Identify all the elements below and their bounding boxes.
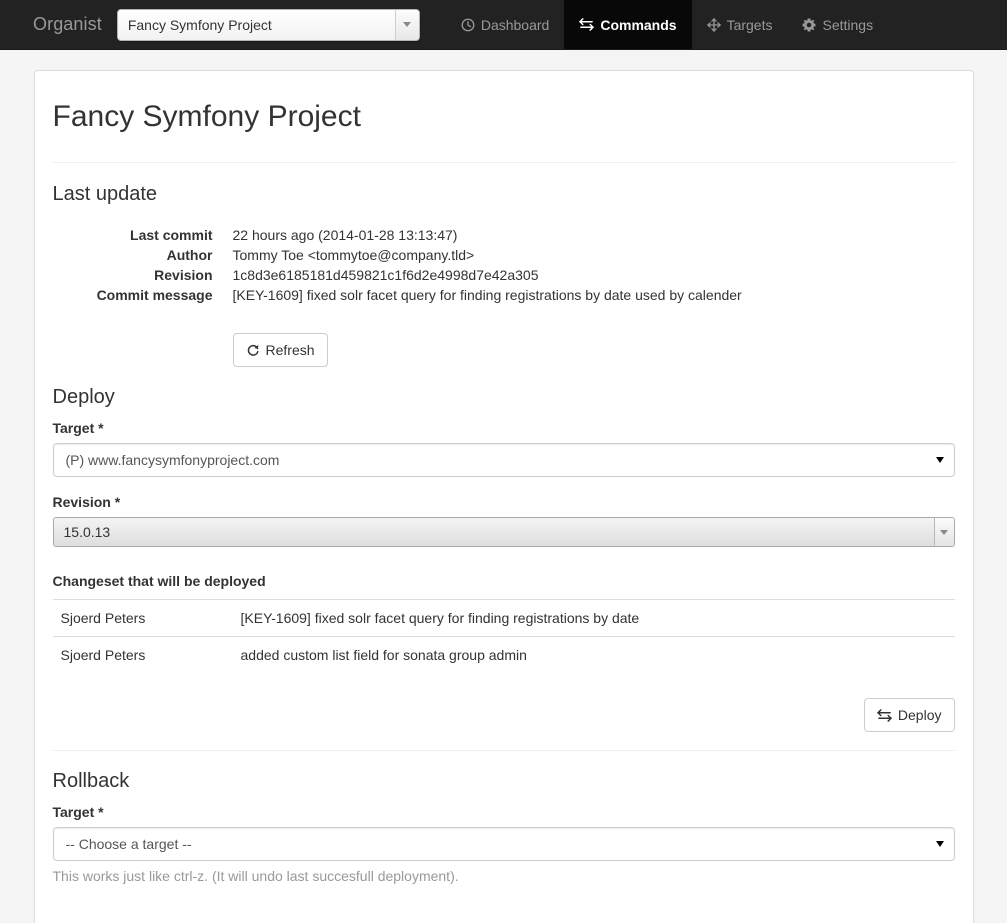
chevron-down-icon (935, 841, 944, 847)
title-divider (52, 162, 955, 163)
rollback-target-select[interactable]: -- Choose a target -- (52, 827, 955, 861)
changeset-message: [KEY-1609] fixed solr facet query for fi… (232, 599, 955, 637)
chevron-down-icon[interactable] (933, 518, 954, 546)
project-selector-form: Fancy Symfony Project (116, 0, 420, 49)
top-navbar: Organist Fancy Symfony Project Dashboard (0, 0, 1007, 50)
deploy-revision-select[interactable]: 15.0.13 (52, 517, 955, 547)
deploy-revision-group: Revision * 15.0.13 (52, 492, 955, 547)
detail-value-commit-message: [KEY-1609] fixed solr facet query for fi… (232, 287, 742, 303)
nav-item-commands-label: Commands (600, 16, 677, 33)
move-icon (706, 17, 721, 32)
changeset-message: added custom list field for sonata group… (232, 636, 955, 673)
content-panel: Fancy Symfony Project Last update Last c… (33, 70, 974, 923)
nav-item-settings-label: Settings (822, 16, 874, 33)
brand-logo[interactable]: Organist (0, 0, 117, 49)
detail-value-author: Tommy Toe <tommytoe@company.tld> (232, 247, 475, 263)
nav-item-commands[interactable]: Commands (564, 0, 692, 49)
table-row: Sjoerd Peters added custom list field fo… (52, 636, 955, 673)
deploy-revision-value: 15.0.13 (63, 524, 111, 540)
chevron-down-icon (935, 457, 944, 463)
page-container: Fancy Symfony Project Last update Last c… (33, 50, 974, 923)
refresh-icon (246, 343, 260, 357)
changeset-author: Sjoerd Peters (52, 599, 233, 637)
last-update-heading: Last update (52, 183, 158, 205)
deploy-target-value: (P) www.fancysymfonyproject.com (65, 452, 280, 468)
deploy-button-label: Deploy (897, 707, 942, 723)
exchange-icon (877, 708, 892, 722)
nav-item-dashboard-label: Dashboard (480, 16, 550, 33)
detail-value-last-commit: 22 hours ago (2014-01-28 13:13:47) (232, 227, 458, 243)
refresh-button-wrap: Refresh (232, 333, 955, 367)
deploy-target-group: Target * (P) www.fancysymfonyproject.com (52, 418, 955, 477)
deploy-revision-label: Revision * (52, 494, 121, 510)
rollback-target-value: -- Choose a target -- (65, 836, 192, 852)
gear-icon (802, 18, 816, 32)
detail-value-revision: 1c8d3e6185181d459821c1f6d2e4998d7e42a305 (232, 267, 539, 283)
detail-label-author: Author (166, 247, 213, 263)
rollback-target-label: Target * (52, 804, 104, 820)
project-selector-label: Fancy Symfony Project (127, 16, 272, 33)
deploy-target-label: Target * (52, 420, 104, 436)
rollback-action-row: Rollback (53, 901, 955, 923)
table-row: Sjoerd Peters [KEY-1609] fixed solr face… (52, 599, 955, 637)
page-title: Fancy Symfony Project (52, 100, 361, 133)
deploy-target-select[interactable]: (P) www.fancysymfonyproject.com (52, 443, 955, 477)
project-selector[interactable]: Fancy Symfony Project (116, 8, 420, 41)
nav-item-dashboard[interactable]: Dashboard (446, 0, 565, 49)
refresh-button[interactable]: Refresh (232, 333, 328, 367)
nav-item-settings[interactable]: Settings (787, 0, 888, 49)
changeset-table: Sjoerd Peters [KEY-1609] fixed solr face… (52, 599, 955, 673)
deploy-rollback-divider (52, 750, 955, 751)
last-update-details: Last commit 22 hours ago (2014-01-28 13:… (53, 225, 955, 305)
changeset-author: Sjoerd Peters (52, 636, 233, 673)
refresh-button-label: Refresh (265, 342, 315, 358)
deploy-button[interactable]: Deploy (863, 698, 955, 732)
deploy-action-row: Deploy (53, 673, 955, 750)
chevron-down-icon[interactable] (394, 9, 419, 40)
nav-item-targets[interactable]: Targets (692, 0, 788, 49)
rollback-target-group: Target * -- Choose a target -- This work… (52, 802, 955, 886)
deploy-heading: Deploy (52, 386, 115, 408)
clock-icon (461, 18, 475, 32)
changeset-heading: Changeset that will be deployed (52, 573, 266, 589)
nav-item-targets-label: Targets (726, 16, 773, 33)
primary-nav: Dashboard Commands Targets Settings (446, 0, 888, 49)
exchange-icon (579, 18, 595, 31)
rollback-heading: Rollback (52, 770, 130, 792)
detail-label-last-commit: Last commit (130, 227, 213, 243)
detail-label-commit-message: Commit message (96, 287, 213, 303)
detail-label-revision: Revision (154, 267, 213, 283)
rollback-help-text: This works just like ctrl-z. (It will un… (52, 868, 459, 884)
